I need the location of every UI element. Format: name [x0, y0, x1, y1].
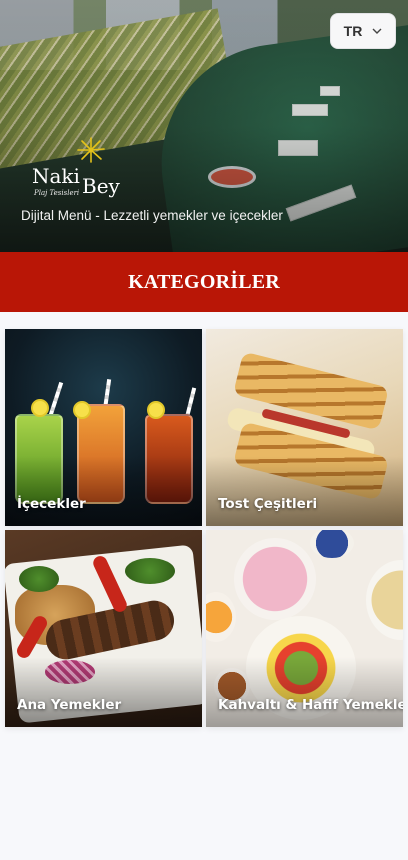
card-gradient	[206, 657, 403, 727]
food-orange-slices	[206, 592, 236, 642]
category-grid: İçecekler Tost Çeşitleri Ana Yemekler Ka…	[5, 329, 403, 727]
food-herbs	[125, 558, 175, 584]
chevron-down-icon	[372, 28, 382, 34]
card-gradient	[206, 456, 403, 526]
lemon-slice	[147, 401, 165, 419]
star-burst-icon	[77, 137, 105, 163]
brand-logo: Naki Bey Plaj Tesisleri	[32, 136, 142, 202]
section-title: KATEGORİLER	[128, 270, 280, 293]
categories-banner: KATEGORİLER	[0, 252, 408, 312]
category-label: Ana Yemekler	[17, 697, 122, 713]
menu-page: TR Naki Bey Plaj Tesisleri Dijital Menü …	[0, 0, 408, 860]
header-subtitle: Dijital Menü - Lezzetli yemekler ve içec…	[21, 208, 283, 223]
brand-name-first: Naki	[32, 164, 80, 188]
category-label: Tost Çeşitleri	[218, 496, 318, 512]
hero-header: TR Naki Bey Plaj Tesisleri Dijital Menü …	[0, 0, 408, 252]
category-card-drinks[interactable]: İçecekler	[5, 329, 202, 526]
language-code: TR	[343, 23, 363, 39]
category-card-breakfast[interactable]: Kahvaltı & Hafif Yemekler	[206, 530, 403, 727]
category-label: Kahvaltı & Hafif Yemekler	[218, 697, 403, 713]
food-blueberries	[310, 530, 354, 558]
brand-name-second: Bey	[82, 174, 120, 198]
card-gradient	[5, 456, 202, 526]
food-herbs	[19, 566, 59, 592]
food-oatmeal-bowl	[366, 560, 403, 640]
category-card-toasts[interactable]: Tost Çeşitleri	[206, 329, 403, 526]
language-selector[interactable]: TR	[330, 13, 396, 49]
food-smoothie-bowl	[234, 538, 316, 620]
lemon-slice	[73, 401, 91, 419]
card-gradient	[5, 657, 202, 727]
category-card-main-dishes[interactable]: Ana Yemekler	[5, 530, 202, 727]
brand-tagline: Plaj Tesisleri	[34, 189, 80, 197]
lemon-slice	[31, 399, 49, 417]
category-label: İçecekler	[17, 496, 86, 512]
